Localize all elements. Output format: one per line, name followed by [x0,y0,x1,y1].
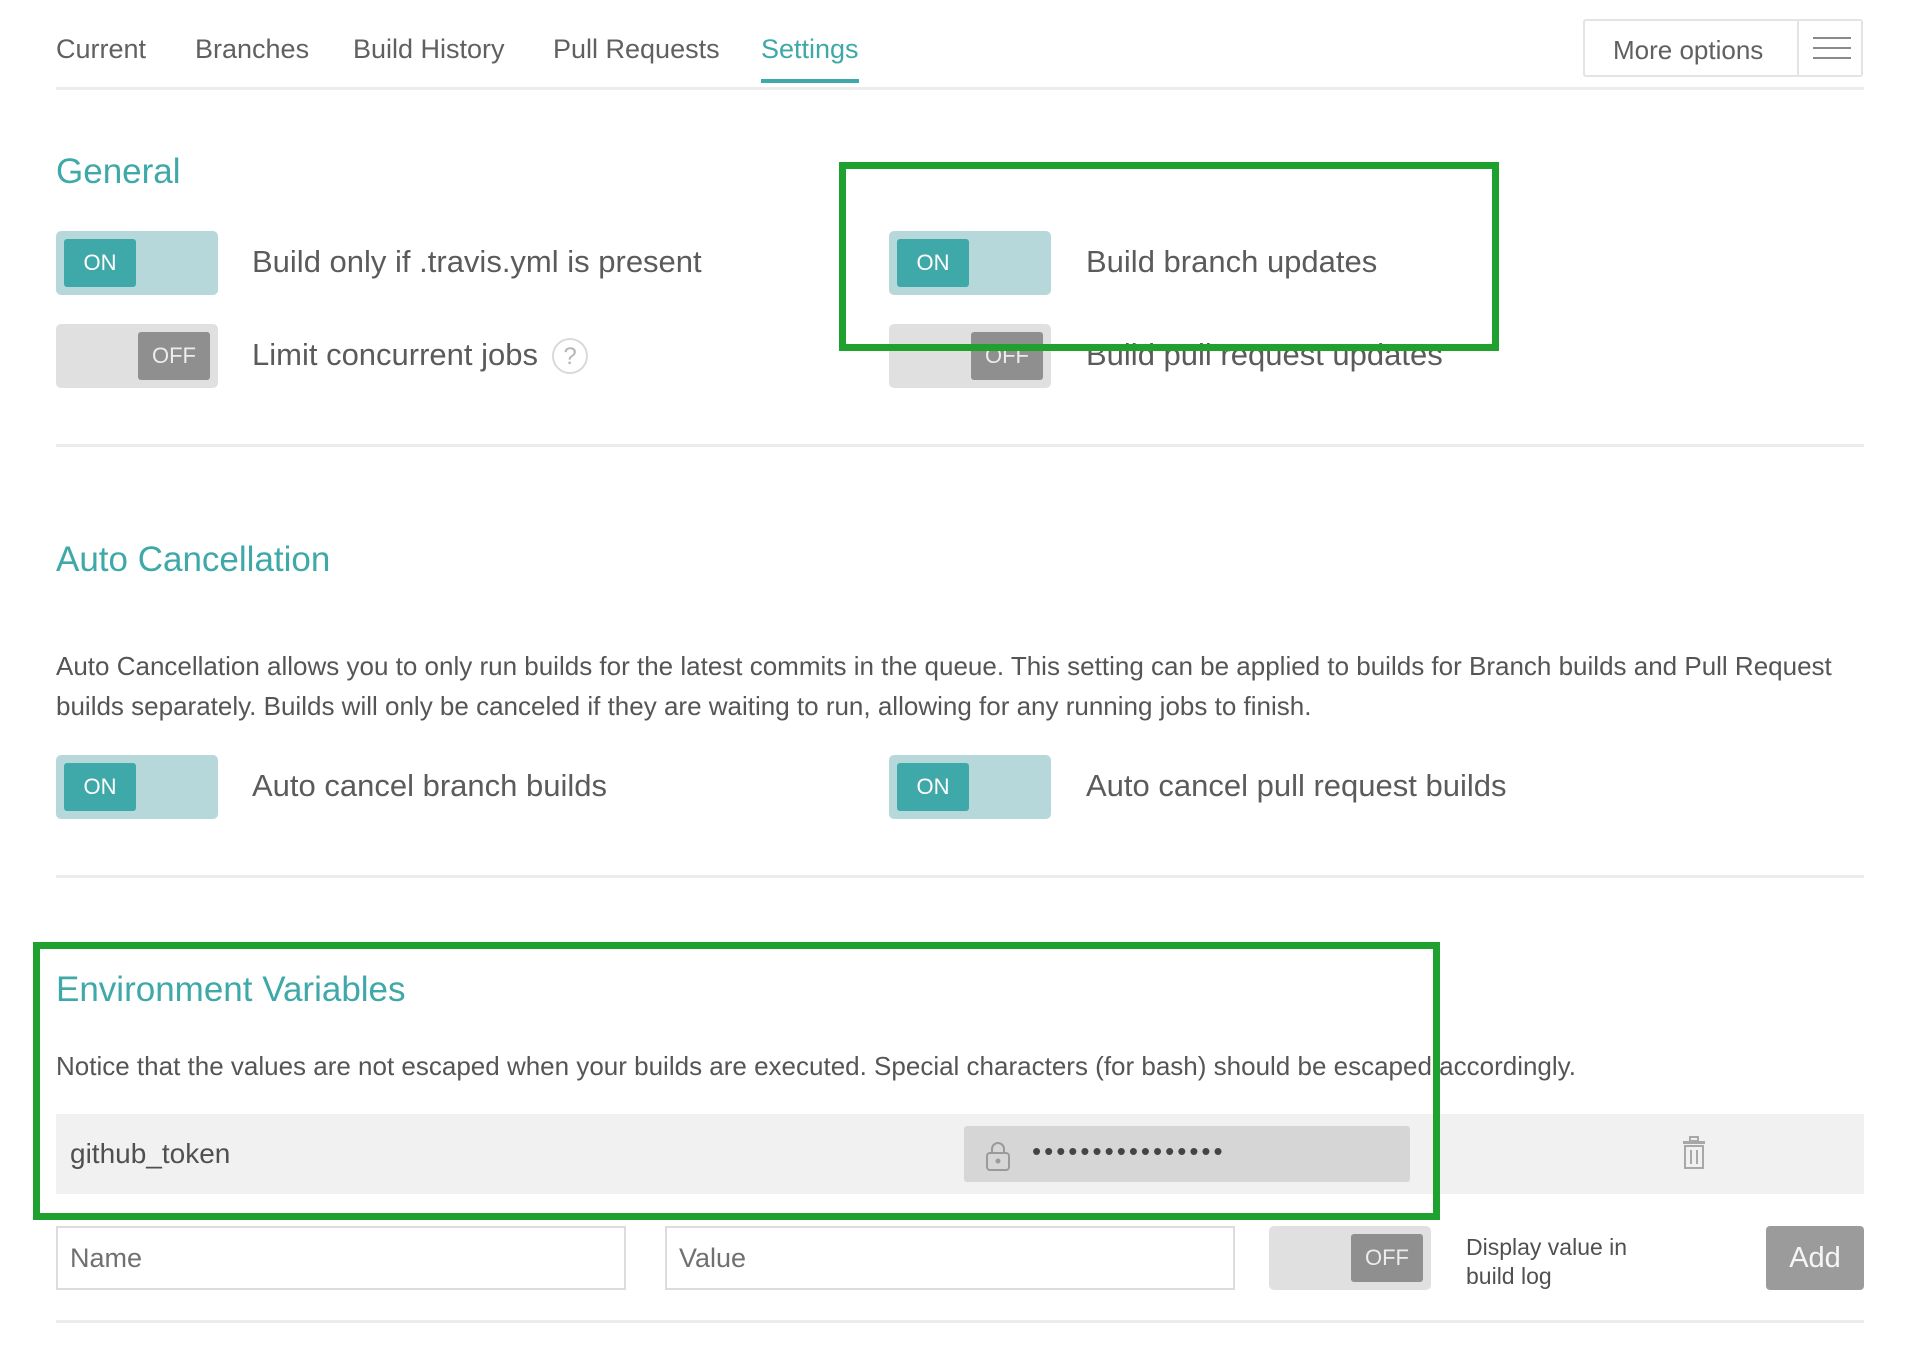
option-label-auto-cancel-branch-builds: Auto cancel branch builds [252,768,608,803]
toggle-knob: OFF [971,332,1043,380]
toggle-build-only-if-travis-yml[interactable]: ON [56,231,218,295]
env-value-input[interactable] [665,1226,1235,1290]
auto-cancellation-title: Auto Cancellation [56,540,331,579]
tab-bar-divider [56,87,1864,90]
hamburger-icon [1813,37,1851,61]
environment-variables-title: Environment Variables [56,970,406,1009]
env-var-name: github_token [70,1138,231,1169]
env-var-masked-value: •••••••••••••••• [1032,1136,1226,1166]
toggle-auto-cancel-pull-request-builds[interactable]: ON [889,755,1051,819]
tab-branches[interactable]: Branches [195,34,309,79]
toggle-build-pull-request-updates[interactable]: OFF [889,324,1051,388]
toggle-knob: ON [897,763,969,811]
toggle-knob: ON [64,763,136,811]
tab-current[interactable]: Current [56,34,146,79]
section-divider [56,1320,1864,1323]
env-var-row: github_token •••••••••••••••• [56,1114,1864,1194]
tab-pull-requests[interactable]: Pull Requests [553,34,720,79]
toggle-knob: ON [64,239,136,287]
display-value-label: Display value in build log [1466,1234,1628,1289]
toggle-auto-cancel-branch-builds[interactable]: ON [56,755,218,819]
trash-icon[interactable] [1681,1136,1707,1170]
auto-cancellation-description: Auto Cancellation allows you to only run… [56,651,1832,721]
more-options-separator [1797,21,1799,75]
env-name-input[interactable] [56,1226,626,1290]
lock-icon [986,1142,1010,1171]
toggle-limit-concurrent-jobs[interactable]: OFF [56,324,218,388]
help-question-icon[interactable]: ? [552,338,588,374]
option-label-auto-cancel-pull-request-builds: Auto cancel pull request builds [1086,768,1507,803]
option-label-build-pull-request-updates: Build pull request updates [1086,337,1443,372]
option-label-build-only-if-travis-yml: Build only if .travis.yml is present [252,244,702,279]
environment-variables-notice: Notice that the values are not escaped w… [56,1051,1576,1081]
env-var-value: •••••••••••••••• [964,1126,1410,1182]
toggle-knob: OFF [138,332,210,380]
more-options-button[interactable]: More options [1583,19,1863,77]
toggle-knob: ON [897,239,969,287]
option-label-limit-concurrent-jobs: Limit concurrent jobs [252,337,539,372]
tab-build-history[interactable]: Build History [353,34,505,79]
toggle-display-value-in-build-log[interactable]: OFF [1269,1226,1431,1290]
more-options-label: More options [1613,35,1764,65]
toggle-knob: OFF [1351,1234,1423,1282]
section-divider [56,875,1864,878]
toggle-build-branch-updates[interactable]: ON [889,231,1051,295]
add-env-var-button[interactable]: Add [1766,1226,1864,1290]
tab-settings[interactable]: Settings [761,34,859,83]
general-title: General [56,152,181,191]
section-divider [56,444,1864,447]
option-label-build-branch-updates: Build branch updates [1086,244,1378,279]
